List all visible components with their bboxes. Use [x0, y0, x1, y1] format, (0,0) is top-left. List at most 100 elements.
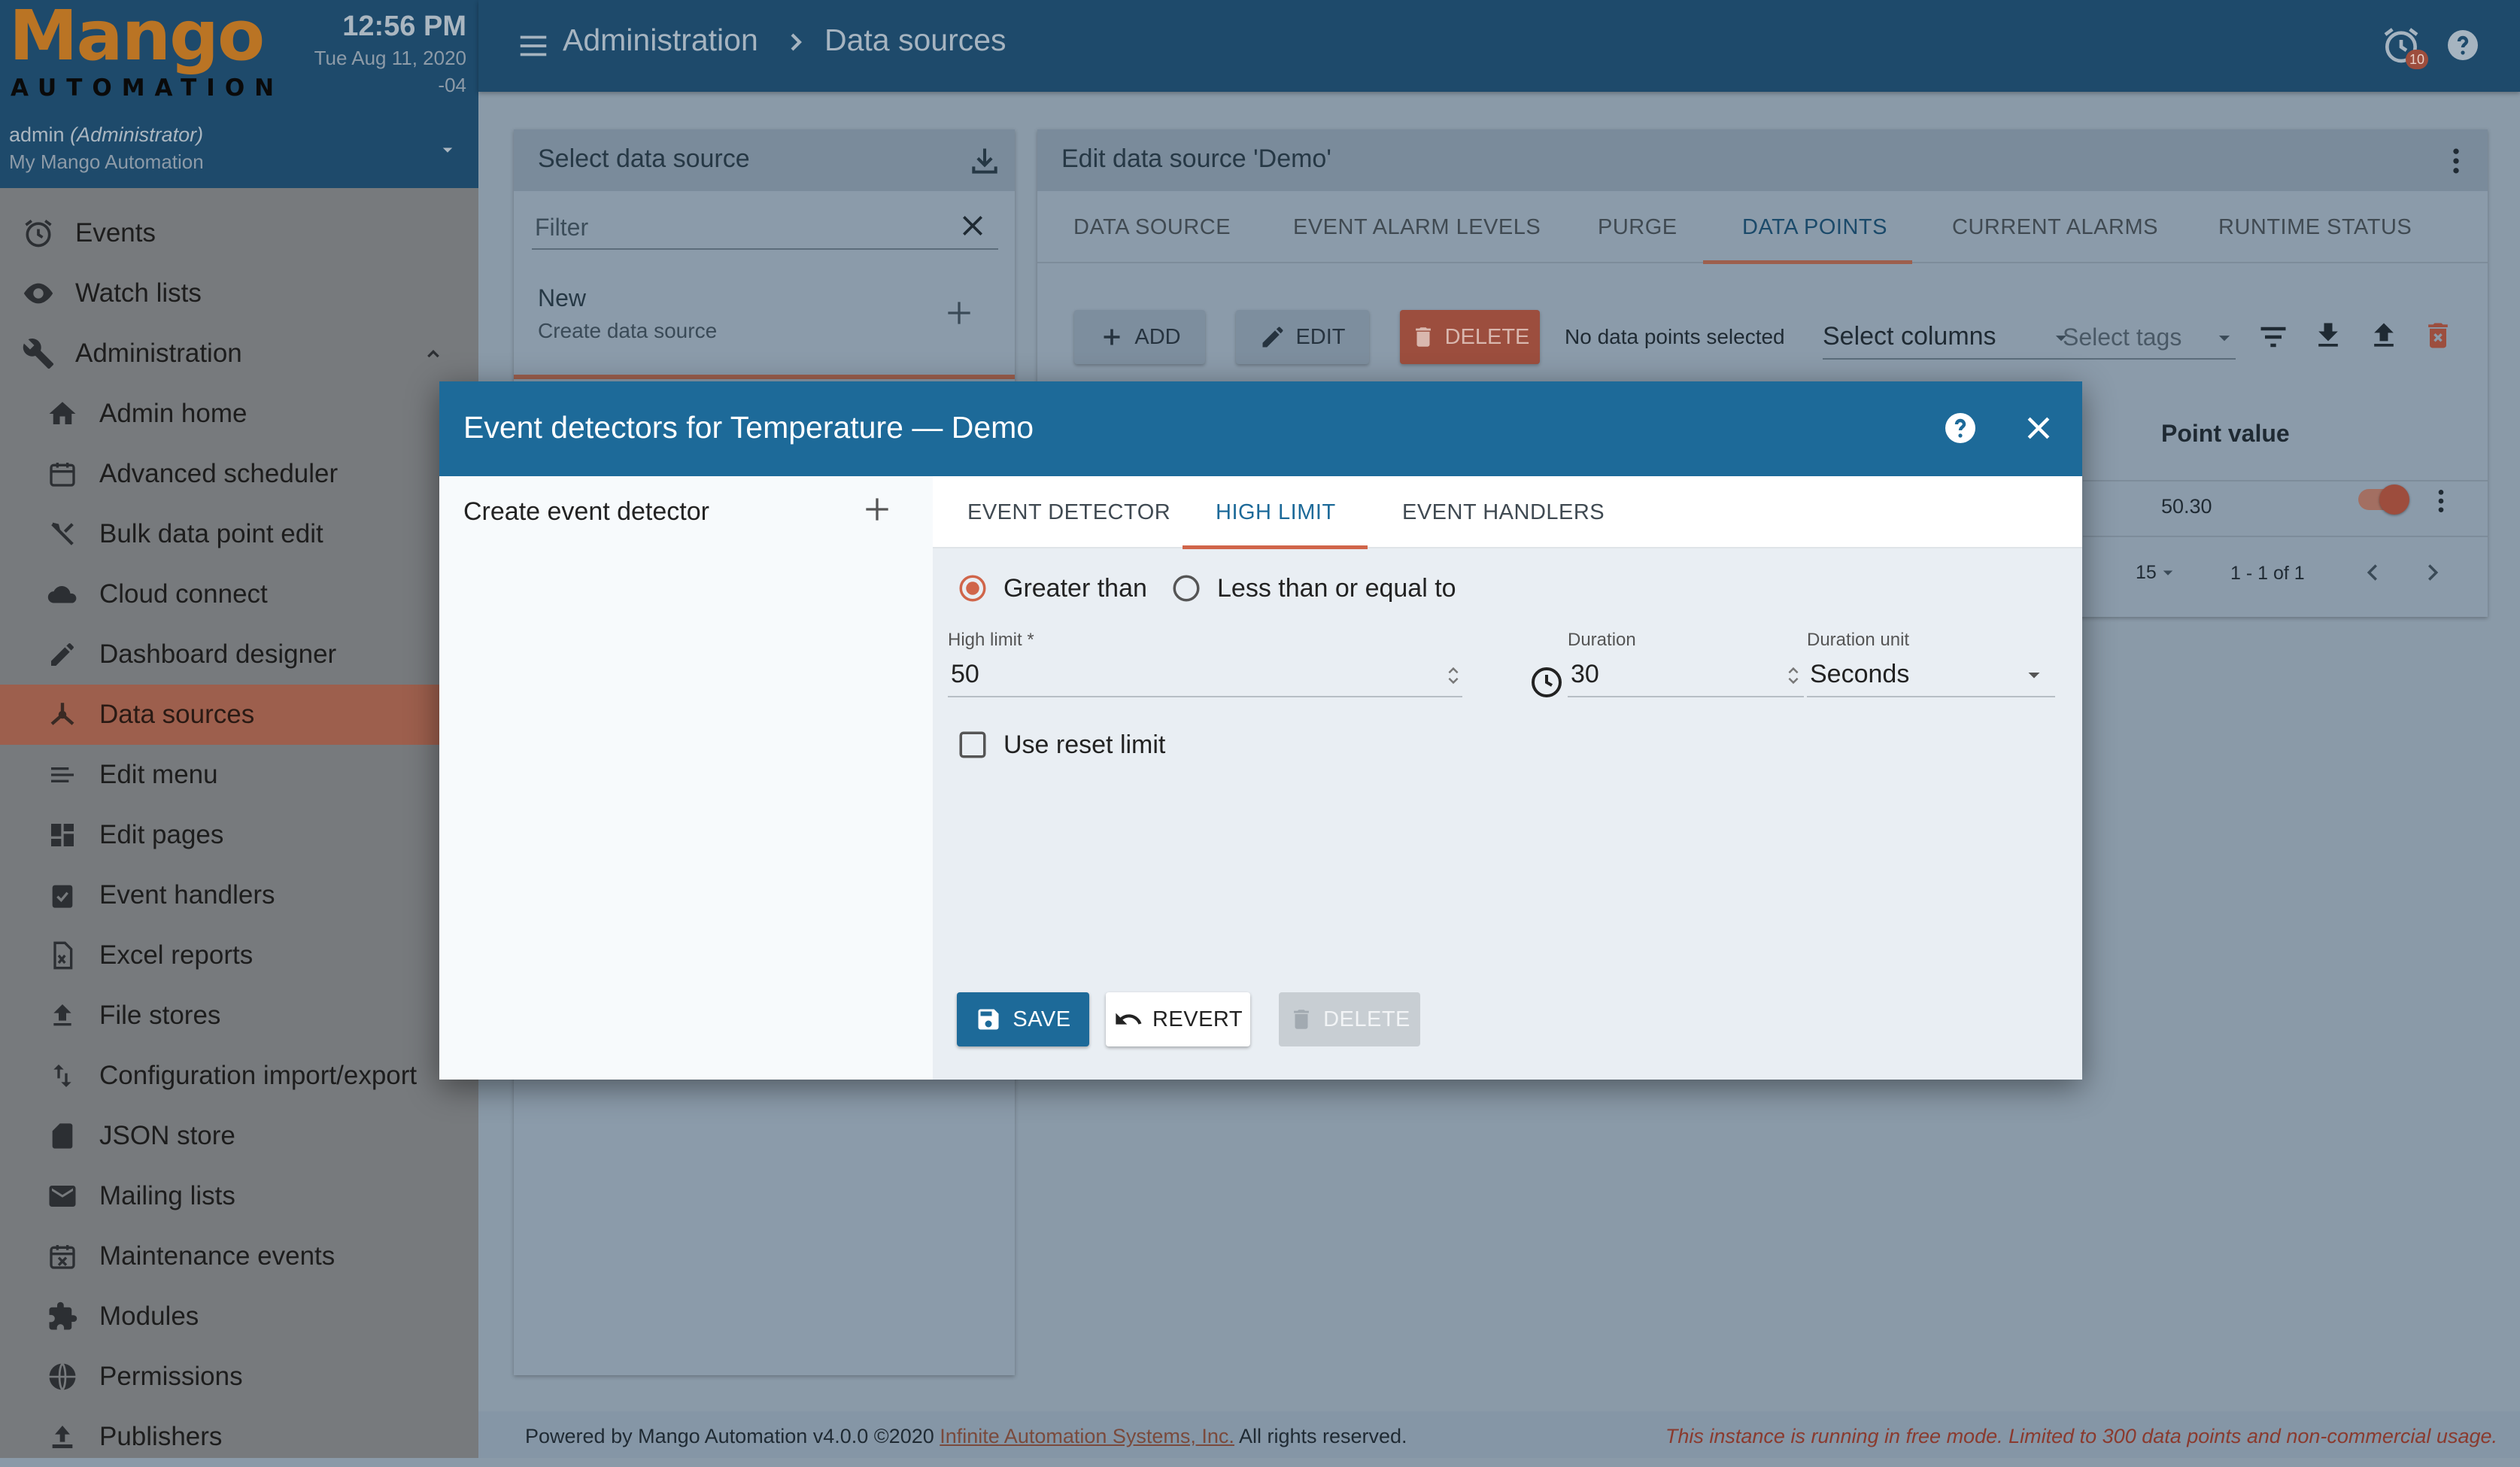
tab-current-alarms[interactable]: CURRENT ALARMS [1952, 191, 2158, 263]
rows-per-page-select[interactable]: 15 [2136, 561, 2179, 584]
filter-list-icon[interactable] [2257, 320, 2290, 354]
tab-runtime-status[interactable]: RUNTIME STATUS [2218, 191, 2412, 263]
sidebar-item-json-store[interactable]: JSON store [0, 1106, 478, 1166]
alarm-count-badge: 10 [2406, 50, 2428, 69]
use-reset-limit-checkbox[interactable]: Use reset limit [957, 729, 1165, 761]
row-more-vert-icon[interactable] [2426, 486, 2456, 516]
add-plus-icon[interactable] [943, 296, 976, 330]
number-spinner-icon[interactable] [1446, 664, 1461, 687]
radio-less-or-equal[interactable]: Less than or equal to [1170, 573, 1456, 604]
tab-data-points[interactable]: DATA POINTS [1742, 191, 1887, 263]
duration-input[interactable]: 30 [1568, 654, 1804, 696]
sidebar-item-permissions[interactable]: Permissions [0, 1347, 478, 1407]
number-spinner-icon[interactable] [1786, 664, 1801, 687]
enable-toggle-track[interactable] [2358, 484, 2409, 515]
save-button[interactable]: SAVE [957, 992, 1089, 1046]
select-columns-dropdown[interactable]: Select columns [1823, 320, 2086, 360]
breadcrumb-administration[interactable]: Administration [563, 23, 758, 58]
create-event-detector-item[interactable]: Create event detector [439, 476, 933, 551]
upload-icon[interactable] [2367, 319, 2400, 352]
sidebar-item-maintenance-events[interactable]: Maintenance events [0, 1226, 478, 1286]
delete-detector-button[interactable]: DELETE [1279, 992, 1420, 1046]
calendar-icon [44, 455, 81, 493]
duration-underline [1568, 696, 1804, 697]
sidebar-item-administration[interactable]: Administration [0, 323, 478, 384]
tab-purge[interactable]: PURGE [1598, 191, 1677, 263]
radio-checked-icon [959, 575, 986, 602]
plus-icon [1098, 323, 1125, 351]
sidebar-item-mailing-lists[interactable]: Mailing lists [0, 1166, 478, 1226]
new-title: New [538, 284, 587, 311]
sidebar-item-advanced-scheduler[interactable]: Advanced scheduler [0, 444, 478, 504]
excel-file-icon [44, 937, 81, 974]
tab-high-limit[interactable]: HIGH LIMIT [1216, 476, 1336, 548]
tab-event-alarm-levels[interactable]: EVENT ALARM LEVELS [1293, 191, 1541, 263]
cloud-icon [44, 576, 81, 613]
user-menu[interactable]: admin (Administrator) [9, 123, 203, 147]
detector-list-pane: Create event detector [439, 476, 933, 1080]
sidebar-item-modules[interactable]: Modules [0, 1286, 478, 1347]
logo-wordmark[interactable]: Mango [9, 2, 265, 71]
hamburger-menu-icon[interactable] [516, 29, 551, 63]
collapse-chevron-up-icon[interactable] [421, 342, 445, 366]
point-value-cell: 50.30 [2161, 495, 2212, 518]
sidebar-item-configuration-import-export[interactable]: Configuration import/export [0, 1046, 478, 1106]
sidebar-item-events[interactable]: Events [0, 203, 478, 263]
sidebar-item-data-sources[interactable]: Data sources [0, 685, 478, 745]
filter-underline [532, 248, 998, 250]
select-tags-dropdown[interactable]: Select tags [2063, 320, 2236, 360]
user-menu-chevron-icon[interactable] [436, 138, 459, 161]
delete-points-button[interactable]: DELETE [1400, 310, 1540, 364]
clock-date: Tue Aug 11, 2020 [314, 47, 466, 69]
dialog-tabs: EVENT DETECTOR HIGH LIMIT EVENT HANDLERS [933, 476, 2082, 549]
more-vert-icon[interactable] [2440, 144, 2473, 178]
sidebar-item-excel-reports[interactable]: Excel reports [0, 925, 478, 986]
edit-button[interactable]: EDIT [1236, 310, 1369, 364]
globe-lock-icon [44, 1358, 81, 1396]
add-plus-icon[interactable] [861, 493, 894, 526]
new-subtitle: Create data source [538, 319, 718, 342]
calendar-remove-icon [44, 1238, 81, 1275]
download-icon[interactable] [2312, 319, 2345, 352]
trash-icon [1410, 324, 1436, 350]
new-data-source-item[interactable]: New Create data source [514, 277, 1015, 360]
tools-icon [44, 515, 81, 553]
column-header-point-value[interactable]: Point value [2161, 420, 2290, 448]
event-detectors-dialog: Event detectors for Temperature — Demo C… [439, 381, 2082, 1080]
tab-event-handlers[interactable]: EVENT HANDLERS [1402, 476, 1605, 548]
revert-button[interactable]: REVERT [1106, 992, 1250, 1046]
wrench-icon [20, 335, 57, 372]
pencil-icon [44, 636, 81, 673]
close-dialog-icon[interactable] [2022, 412, 2055, 445]
company-link[interactable]: Infinite Automation Systems, Inc. [940, 1425, 1234, 1447]
sidebar-item-bulk-data-point-edit[interactable]: Bulk data point edit [0, 504, 478, 564]
sidebar-item-cloud-connect[interactable]: Cloud connect [0, 564, 478, 624]
next-page-chevron-icon[interactable] [2418, 558, 2447, 587]
sidebar-item-dashboard-designer[interactable]: Dashboard designer [0, 624, 478, 685]
tab-event-detector[interactable]: EVENT DETECTOR [967, 476, 1170, 548]
select-card-header: Select data source [514, 129, 1015, 191]
sidebar-item-file-stores[interactable]: File stores [0, 986, 478, 1046]
sidebar-item-publishers[interactable]: Publishers [0, 1407, 478, 1467]
sidebar-item-admin-home[interactable]: Admin home [0, 384, 478, 444]
sidebar-item-event-handlers[interactable]: Event handlers [0, 865, 478, 925]
help-icon[interactable] [2445, 27, 2481, 63]
sidebar-item-edit-pages[interactable]: Edit pages [0, 805, 478, 865]
prev-page-chevron-icon[interactable] [2358, 558, 2387, 587]
high-limit-input[interactable]: 50 [948, 654, 1462, 696]
clock-timezone: -04 [438, 74, 466, 96]
download-icon[interactable] [968, 144, 1001, 178]
help-icon[interactable] [1942, 410, 1978, 446]
delete-forever-icon[interactable] [2421, 319, 2455, 352]
edit-card-header: Edit data source 'Demo' [1037, 129, 2488, 191]
dialog-header: Event detectors for Temperature — Demo [439, 381, 2082, 476]
tab-data-source[interactable]: DATA SOURCE [1073, 191, 1231, 263]
duration-unit-select[interactable]: Seconds [1807, 654, 2055, 696]
clear-filter-close-icon[interactable] [958, 211, 988, 241]
filter-input[interactable]: Filter [532, 205, 998, 250]
add-button[interactable]: ADD [1074, 310, 1205, 364]
duration-unit-label: Duration unit [1807, 630, 1910, 650]
radio-greater-than[interactable]: Greater than [957, 573, 1147, 604]
sidebar-item-edit-menu[interactable]: Edit menu [0, 745, 478, 805]
sidebar-item-watch-lists[interactable]: Watch lists [0, 263, 478, 323]
